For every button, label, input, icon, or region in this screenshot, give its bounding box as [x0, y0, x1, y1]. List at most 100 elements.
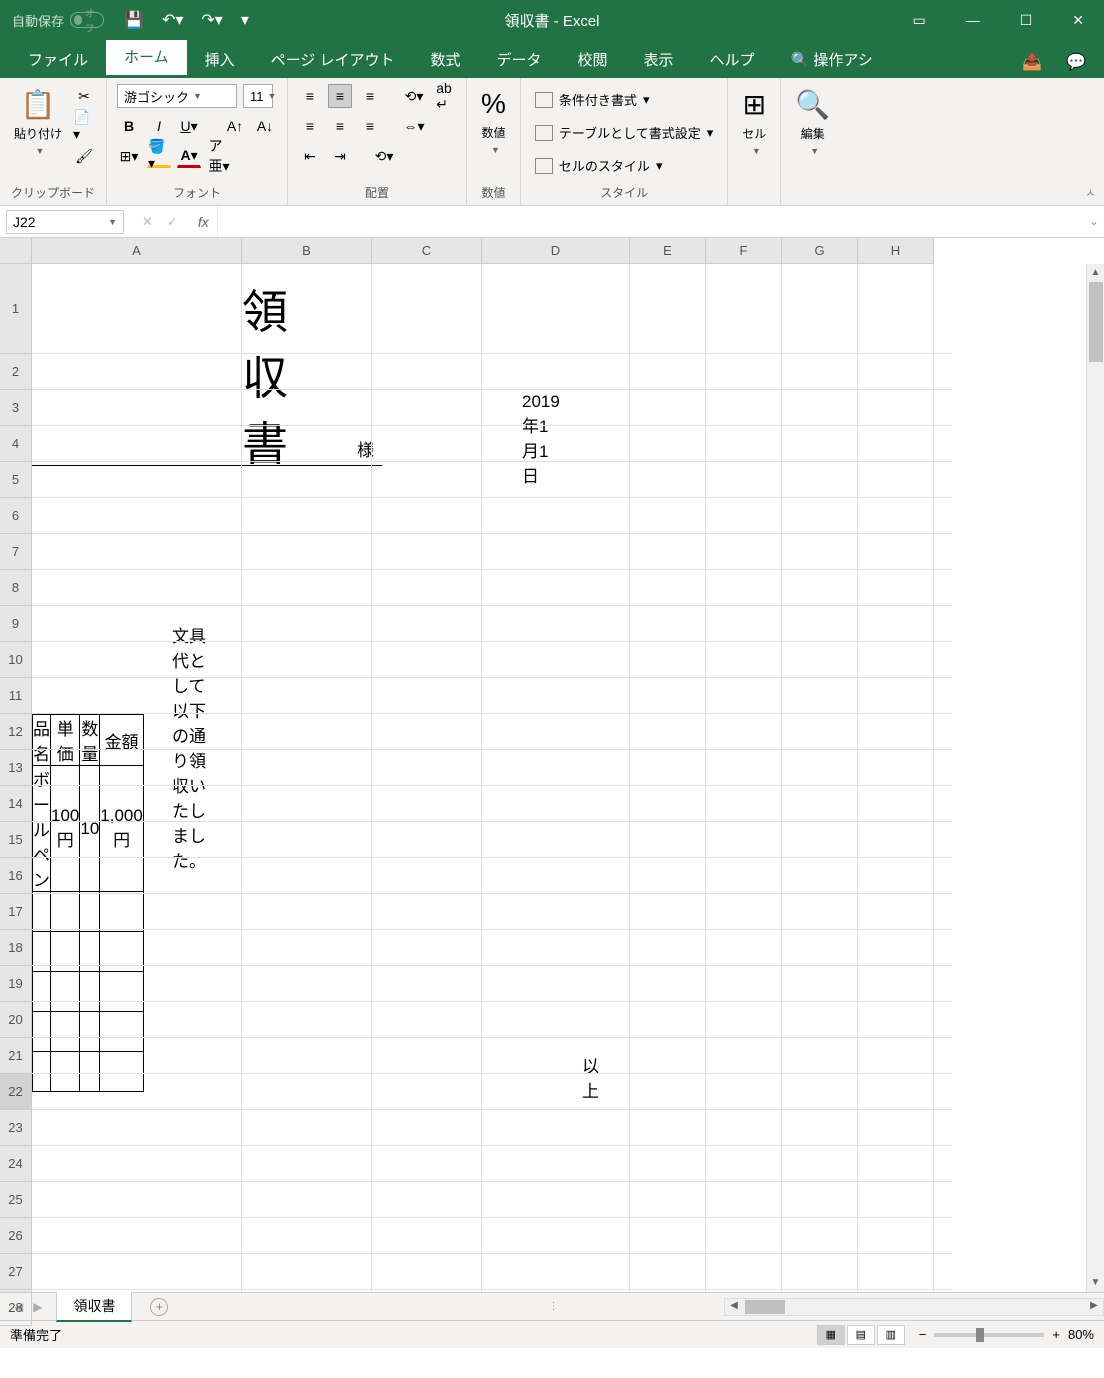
tab-tellme[interactable]: 🔍 操作アシ	[773, 39, 891, 78]
row-header[interactable]: 20	[0, 1002, 32, 1038]
merge-icon[interactable]: ⇔▾	[402, 114, 426, 138]
pagebreak-view-icon[interactable]: ▥	[877, 1325, 905, 1345]
borders-button[interactable]: ⊞▾	[117, 144, 141, 168]
collapse-ribbon-icon[interactable]: ㅅ	[1085, 184, 1096, 201]
font-color-button[interactable]: A▾	[177, 144, 201, 168]
vertical-scrollbar[interactable]: ▲ ▼	[1086, 264, 1104, 1292]
row-header[interactable]: 4	[0, 426, 32, 462]
cell-styles-button[interactable]: セルのスタイル ▾	[531, 154, 717, 177]
align-center-icon[interactable]: ≡	[328, 114, 352, 138]
row-header[interactable]: 10	[0, 642, 32, 678]
row-header[interactable]: 9	[0, 606, 32, 642]
scroll-left-icon[interactable]: ◀	[725, 1299, 743, 1315]
paste-button[interactable]: 📋 貼り付け ▼	[10, 84, 66, 160]
qat-customize-icon[interactable]: ▾	[241, 10, 249, 30]
row-header[interactable]: 13	[0, 750, 32, 786]
row-header[interactable]: 28	[0, 1290, 32, 1326]
enter-icon[interactable]: ✓	[167, 214, 178, 230]
row-header[interactable]: 11	[0, 678, 32, 714]
row-header[interactable]: 16	[0, 858, 32, 894]
column-header[interactable]: F	[706, 238, 782, 264]
autosave-toggle[interactable]: オフ	[70, 12, 104, 28]
orientation-icon[interactable]: ⟲▾	[402, 84, 426, 108]
column-header[interactable]: C	[372, 238, 482, 264]
number-format-button[interactable]: % 数値 ▼	[477, 84, 510, 159]
column-header[interactable]: A	[32, 238, 242, 264]
tab-formulas[interactable]: 数式	[412, 39, 478, 78]
row-header[interactable]: 26	[0, 1218, 32, 1254]
row-header[interactable]: 24	[0, 1146, 32, 1182]
row-header[interactable]: 17	[0, 894, 32, 930]
cells[interactable]: 領収書 2019年1月1日 様 〒111-0000 ○○市○○1丁目2番地 株式…	[32, 264, 1086, 1292]
editing-button[interactable]: 🔍 編集 ▼	[791, 84, 834, 160]
align-top-icon[interactable]: ≡	[298, 84, 322, 108]
font-name-combo[interactable]: 游ゴシック▼	[117, 84, 237, 108]
row-header[interactable]: 19	[0, 966, 32, 1002]
zoom-handle[interactable]	[976, 1328, 984, 1342]
align-left-icon[interactable]: ≡	[298, 114, 322, 138]
italic-button[interactable]: I	[147, 114, 171, 138]
maximize-icon[interactable]: ☐	[1020, 12, 1033, 29]
row-header[interactable]: 2	[0, 354, 32, 390]
zoom-out-button[interactable]: −	[919, 1327, 927, 1342]
row-header[interactable]: 14	[0, 786, 32, 822]
expand-formula-bar-icon[interactable]: ⌄	[1084, 215, 1104, 228]
column-header[interactable]: B	[242, 238, 372, 264]
align-bottom-icon[interactable]: ≡	[358, 84, 382, 108]
font-size-combo[interactable]: 11▼	[243, 84, 273, 108]
cancel-icon[interactable]: ✕	[142, 214, 153, 230]
horizontal-scrollbar[interactable]: ◀ ▶	[724, 1298, 1104, 1316]
row-header[interactable]: 15	[0, 822, 32, 858]
tab-help[interactable]: ヘルプ	[692, 39, 773, 78]
column-header[interactable]: D	[482, 238, 630, 264]
ribbon-display-icon[interactable]: ▭	[912, 12, 925, 29]
fx-icon[interactable]: fx	[190, 214, 217, 230]
scroll-down-icon[interactable]: ▼	[1087, 1274, 1104, 1292]
row-header[interactable]: 18	[0, 930, 32, 966]
row-header[interactable]: 7	[0, 534, 32, 570]
name-box[interactable]: J22 ▼	[6, 210, 124, 234]
row-header[interactable]: 22	[0, 1074, 32, 1110]
tab-data[interactable]: データ	[478, 39, 559, 78]
add-sheet-button[interactable]: +	[150, 1298, 168, 1316]
underline-button[interactable]: U▾	[177, 114, 201, 138]
sheet-next-icon[interactable]: ▶	[33, 1300, 42, 1314]
conditional-formatting-button[interactable]: 条件付き書式 ▾	[531, 88, 717, 111]
zoom-level[interactable]: 80%	[1068, 1327, 1094, 1342]
redo-icon[interactable]: ↷▾	[201, 10, 222, 30]
row-header[interactable]: 12	[0, 714, 32, 750]
bold-button[interactable]: B	[117, 114, 141, 138]
share-icon[interactable]: 📤	[1016, 46, 1048, 78]
cells-button[interactable]: ⊞ セル ▼	[738, 84, 770, 160]
align-right-icon[interactable]: ≡	[358, 114, 382, 138]
tab-pagelayout[interactable]: ページ レイアウト	[253, 39, 413, 78]
row-header[interactable]: 3	[0, 390, 32, 426]
tab-review[interactable]: 校閲	[560, 39, 626, 78]
row-header[interactable]: 27	[0, 1254, 32, 1290]
increase-font-icon[interactable]: A↑	[223, 114, 247, 138]
normal-view-icon[interactable]: ▦	[817, 1325, 845, 1345]
column-header[interactable]: G	[782, 238, 858, 264]
autosave[interactable]: 自動保存 オフ	[12, 11, 104, 30]
formula-input[interactable]	[217, 206, 1084, 237]
decrease-font-icon[interactable]: A↓	[253, 114, 277, 138]
row-header[interactable]: 23	[0, 1110, 32, 1146]
select-all-corner[interactable]	[0, 238, 32, 264]
tab-home[interactable]: ホーム	[106, 36, 187, 78]
scroll-up-icon[interactable]: ▲	[1087, 264, 1104, 282]
row-header[interactable]: 25	[0, 1182, 32, 1218]
orientation2-icon[interactable]: ⟲▾	[372, 144, 396, 168]
align-middle-icon[interactable]: ≡	[328, 84, 352, 108]
phonetic-button[interactable]: ア亜▾	[207, 144, 231, 168]
comments-icon[interactable]: 💬	[1060, 46, 1092, 78]
column-header[interactable]: E	[630, 238, 706, 264]
save-icon[interactable]: 💾	[124, 10, 144, 30]
minimize-icon[interactable]: —	[966, 12, 980, 29]
tab-view[interactable]: 表示	[626, 39, 692, 78]
row-header[interactable]: 6	[0, 498, 32, 534]
copy-icon[interactable]: 📄▾	[72, 114, 96, 138]
zoom-in-button[interactable]: +	[1052, 1327, 1060, 1342]
zoom-slider[interactable]	[934, 1333, 1044, 1337]
decrease-indent-icon[interactable]: ⇤	[298, 144, 322, 168]
cut-icon[interactable]: ✂	[72, 84, 96, 108]
